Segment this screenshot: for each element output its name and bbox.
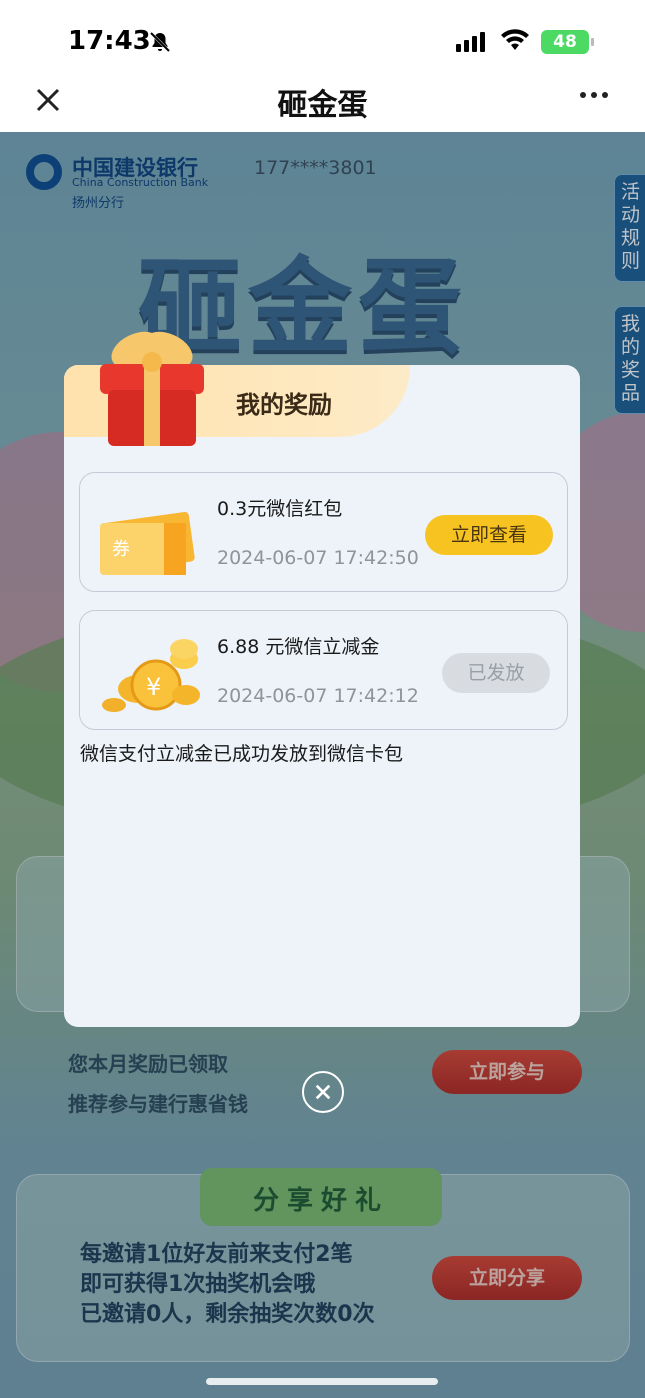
coupon-label: 券 (112, 539, 130, 560)
reward-name: 6.88 元微信立减金 (217, 636, 380, 658)
view-now-button[interactable]: 立即查看 (425, 515, 553, 555)
close-dialog-icon[interactable] (302, 1071, 344, 1113)
my-rewards-dialog: 我的奖励 券 0.3元微信红包 2024-06-07 17:42:50 立即查看… (64, 365, 580, 1027)
battery-icon: 48 (541, 30, 594, 54)
gift-box-icon (100, 331, 204, 446)
more-icon[interactable] (580, 92, 608, 98)
reward-item: ¥ 6.88 元微信立减金 2024-06-07 17:42:12 已发放 (79, 610, 568, 730)
coupon-ticket-icon: 券 (100, 511, 195, 575)
reward-time: 2024-06-07 17:42:12 (217, 685, 419, 707)
svg-text:¥: ¥ (146, 673, 161, 701)
reward-name: 0.3元微信红包 (217, 498, 343, 520)
status-time: 17:43 (68, 26, 151, 56)
cellular-signal-icon (456, 32, 485, 52)
reward-time: 2024-06-07 17:42:50 (217, 547, 419, 569)
silent-bell-icon (149, 31, 171, 53)
issued-button: 已发放 (442, 653, 550, 693)
page-title: 砸金蛋 (277, 88, 368, 123)
reward-tip: 微信支付立减金已成功发放到微信卡包 (80, 743, 404, 765)
gold-coins-icon: ¥ (102, 639, 200, 712)
nav-bar: 砸金蛋 (0, 72, 645, 132)
dialog-title: 我的奖励 (236, 391, 332, 419)
home-indicator[interactable] (206, 1378, 438, 1385)
status-bar: 17:43 48 (0, 0, 645, 72)
wifi-icon (501, 29, 529, 50)
reward-item: 券 0.3元微信红包 2024-06-07 17:42:50 立即查看 (79, 472, 568, 592)
